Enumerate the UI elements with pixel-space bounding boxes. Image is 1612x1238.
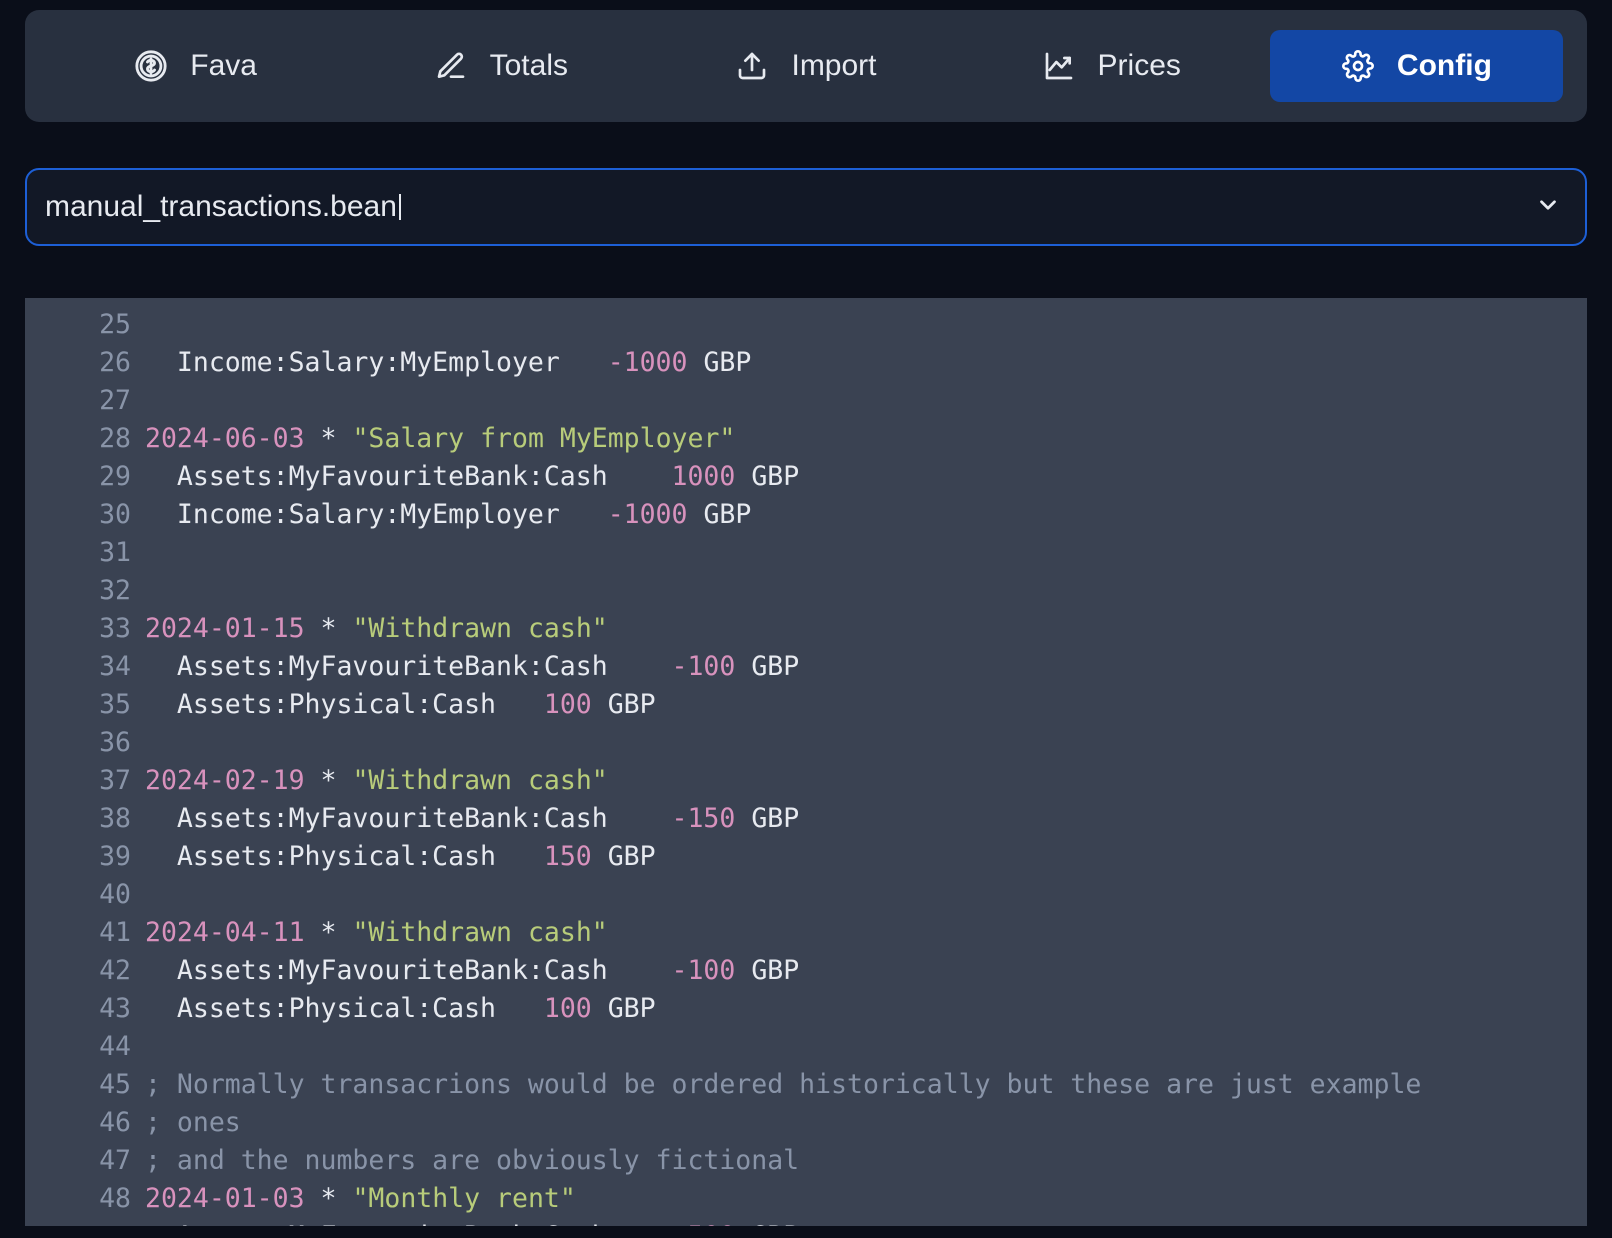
dollar-circle-icon: [134, 49, 168, 83]
pencil-icon: [434, 49, 468, 83]
chart-line-icon: [1042, 49, 1076, 83]
code-line[interactable]: Assets:Physical:Cash 150 GBP: [145, 838, 1577, 876]
code-line[interactable]: 2024-02-19 * "Withdrawn cash": [145, 762, 1577, 800]
nav-tab-prices[interactable]: Prices: [965, 30, 1258, 102]
code-line[interactable]: Assets:Physical:Cash 100 GBP: [145, 686, 1577, 724]
line-number: 34: [25, 648, 131, 686]
line-number: 44: [25, 1028, 131, 1066]
line-number: 27: [25, 382, 131, 420]
code-line[interactable]: [145, 1028, 1577, 1066]
code-line[interactable]: [145, 572, 1577, 610]
code-line[interactable]: 2024-04-11 * "Withdrawn cash": [145, 914, 1577, 952]
app-root: Fava Totals Import Prices Config manual_tran…: [0, 0, 1612, 1226]
line-number: 37: [25, 762, 131, 800]
nav-tab-label: Prices: [1098, 49, 1181, 83]
code-line[interactable]: [145, 724, 1577, 762]
code-line[interactable]: [145, 534, 1577, 572]
nav-tab-totals[interactable]: Totals: [354, 30, 647, 102]
chevron-down-icon: [1535, 192, 1561, 223]
code-line[interactable]: 2024-01-15 * "Withdrawn cash": [145, 610, 1577, 648]
line-number: 29: [25, 458, 131, 496]
nav-tab-import[interactable]: Import: [659, 30, 952, 102]
gear-icon: [1341, 49, 1375, 83]
line-number: 25: [25, 306, 131, 344]
line-number: 40: [25, 876, 131, 914]
code-line[interactable]: ; ones: [145, 1104, 1577, 1142]
code-line[interactable]: ; Normally transacrions would be ordered…: [145, 1066, 1577, 1104]
line-number: 43: [25, 990, 131, 1028]
code-line[interactable]: Assets:MyFavouriteBank:Cash -150 GBP: [145, 800, 1577, 838]
line-number: 39: [25, 838, 131, 876]
file-selector-value: manual_transactions.bean: [45, 190, 397, 224]
code-line[interactable]: ; and the numbers are obviously fictiona…: [145, 1142, 1577, 1180]
nav-tab-label: Import: [791, 49, 876, 83]
line-number: 30: [25, 496, 131, 534]
code-line[interactable]: Income:Salary:MyEmployer -1000 GBP: [145, 496, 1577, 534]
line-number: 26: [25, 344, 131, 382]
code-line[interactable]: Assets:MyFavouriteBank:Cash -100 GBP: [145, 952, 1577, 990]
nav-tab-label: Totals: [490, 49, 568, 83]
line-number: 42: [25, 952, 131, 990]
line-number: 46: [25, 1104, 131, 1142]
code-line[interactable]: Income:Salary:MyEmployer -1000 GBP: [145, 344, 1577, 382]
code-line[interactable]: [145, 876, 1577, 914]
line-number-gutter: 2425262728293031323334353637383940414243…: [25, 298, 145, 1226]
nav-tab-config[interactable]: Config: [1270, 30, 1563, 102]
upload-icon: [735, 49, 769, 83]
nav-tab-fava[interactable]: Fava: [49, 30, 342, 102]
code-editor[interactable]: 2425262728293031323334353637383940414243…: [25, 298, 1587, 1226]
nav-tab-label: Config: [1397, 49, 1492, 83]
line-number: 45: [25, 1066, 131, 1104]
line-number: 38: [25, 800, 131, 838]
line-number: 33: [25, 610, 131, 648]
line-number: 36: [25, 724, 131, 762]
line-number: 47: [25, 1142, 131, 1180]
line-number: 41: [25, 914, 131, 952]
line-number: 48: [25, 1180, 131, 1218]
code-line[interactable]: Assets:MyFavouriteBank:Cash -500 GBP: [145, 1218, 1577, 1226]
line-number: 28: [25, 420, 131, 458]
code-line[interactable]: Assets:Physical:Cash 100 GBP: [145, 990, 1577, 1028]
file-selector[interactable]: manual_transactions.bean: [25, 168, 1587, 246]
line-number: 31: [25, 534, 131, 572]
top-nav: Fava Totals Import Prices Config: [25, 10, 1587, 122]
nav-tab-label: Fava: [190, 49, 257, 83]
code-line[interactable]: [145, 382, 1577, 420]
line-number: 24: [25, 298, 131, 306]
code-content[interactable]: Income:Salary:MyEmployer -1000 GBP 2024-…: [145, 298, 1587, 1226]
code-line[interactable]: Assets:MyFavouriteBank:Cash -100 GBP: [145, 648, 1577, 686]
line-number: 35: [25, 686, 131, 724]
line-number: 32: [25, 572, 131, 610]
code-line[interactable]: 2024-06-03 * "Salary from MyEmployer": [145, 420, 1577, 458]
code-line[interactable]: 2024-01-03 * "Monthly rent": [145, 1180, 1577, 1218]
code-line[interactable]: Assets:MyFavouriteBank:Cash 1000 GBP: [145, 458, 1577, 496]
